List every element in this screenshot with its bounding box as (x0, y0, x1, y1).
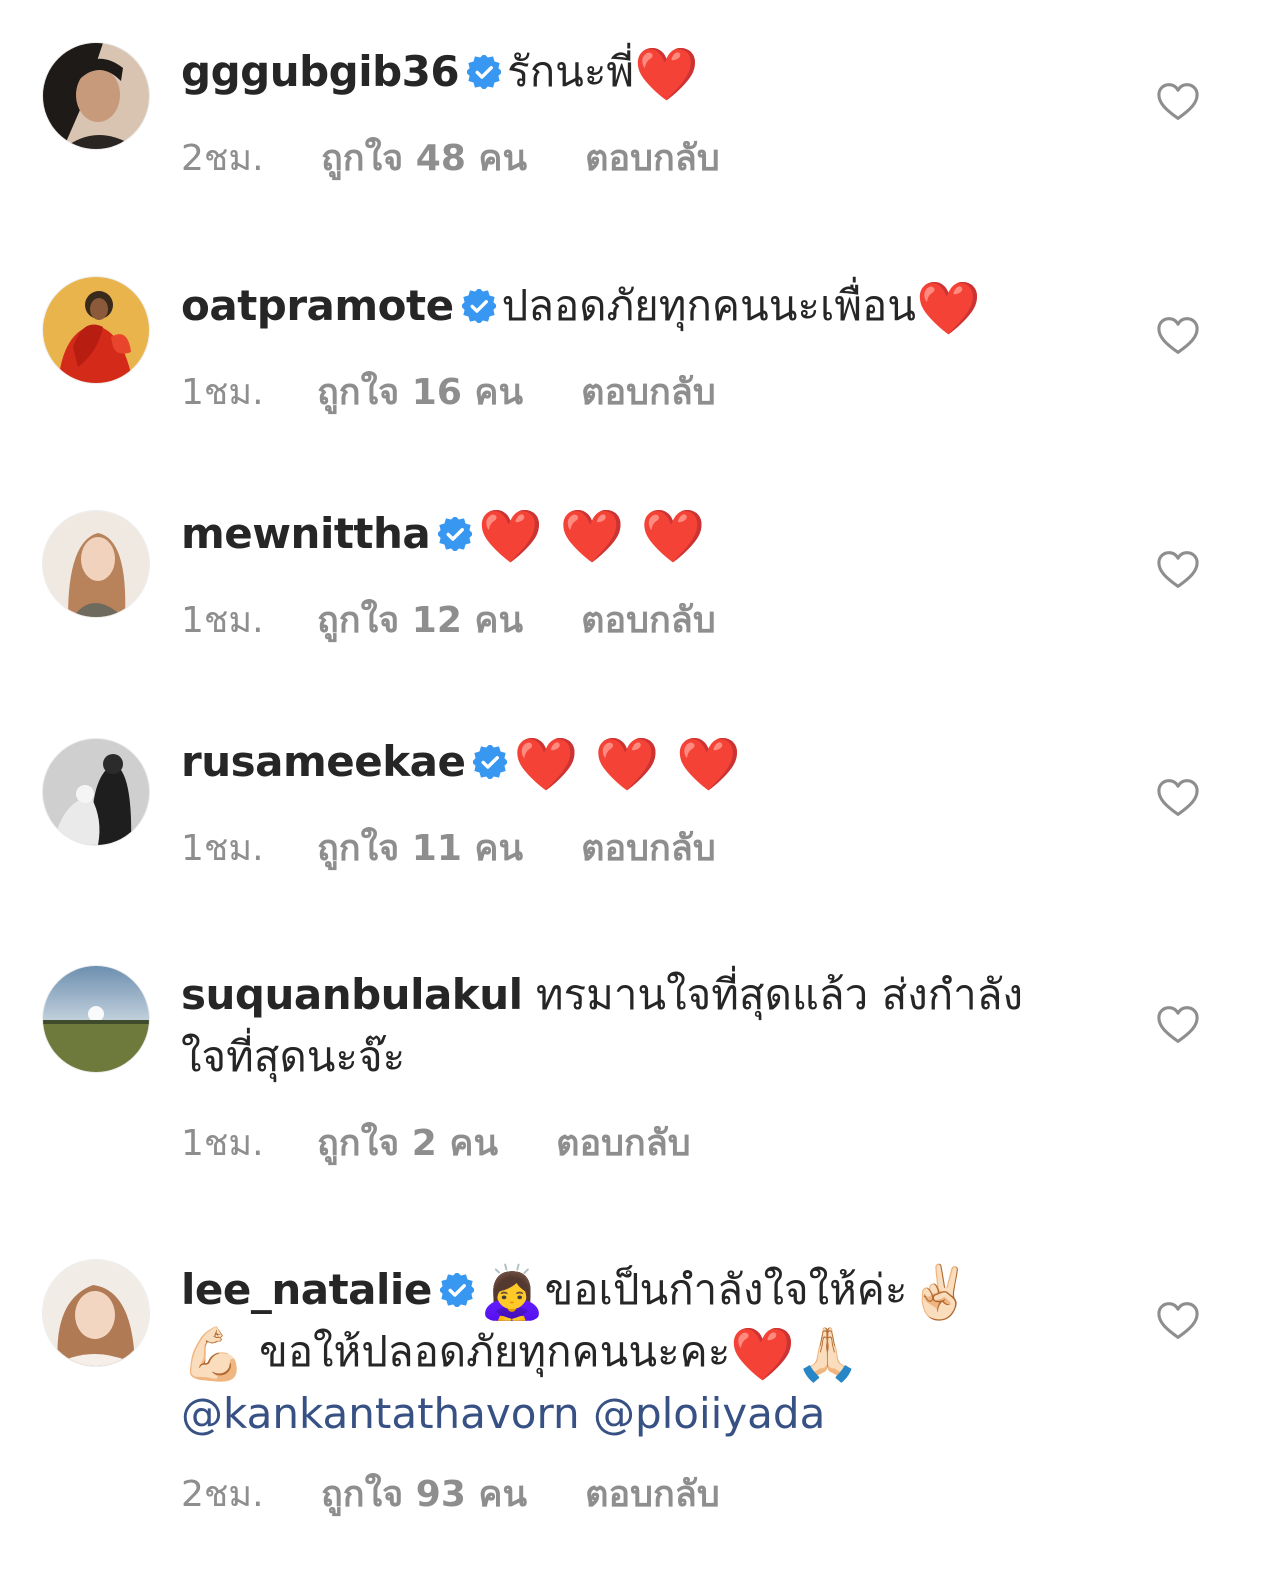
comment-meta: 1ชม. ถูกใจ 11 คน ตอบกลับ (181, 819, 716, 876)
username[interactable]: rusameekae (181, 737, 466, 786)
username[interactable]: suquanbulakul (181, 970, 523, 1019)
likes-count[interactable]: ถูกใจ 16 คน (317, 363, 523, 420)
avatar[interactable] (42, 738, 150, 846)
comment-first-line: mewnittha ❤️ ❤️ ❤️ (181, 503, 1081, 565)
likes-count[interactable]: ถูกใจ 12 คน (317, 591, 523, 648)
verified-badge-icon (462, 289, 496, 323)
timestamp: 1ชม. (181, 600, 264, 641)
verified-badge-icon (438, 517, 472, 551)
verified-badge-icon (473, 745, 507, 779)
comment-body: lee_natalie 🙇‍♀️ขอเป็นกำลังใจให้ค่ะ✌🏻 💪🏻 … (181, 1259, 1081, 1515)
comment-second-line: 💪🏻 ขอให้ปลอดภัยทุกคนนะคะ❤️🙏🏻 (181, 1321, 1081, 1383)
comment-meta: 2ชม. ถูกใจ 48 คน ตอบกลับ (181, 129, 720, 186)
likes-count[interactable]: ถูกใจ 93 คน (321, 1465, 527, 1522)
comment-meta: 1ชม. ถูกใจ 2 คน ตอบกลับ (181, 1114, 691, 1171)
comment-body: mewnittha ❤️ ❤️ ❤️ 1ชม. ถูกใจ 12 คน ตอบกลับ (181, 503, 1081, 641)
comment-body: suquanbulakul ทรมานใจที่สุดแล้ว ส่งกำลัง… (181, 964, 1081, 1164)
reply-button[interactable]: ตอบกลับ (581, 600, 716, 641)
heart-emoji: ❤️ (634, 45, 699, 105)
avatar[interactable] (42, 965, 150, 1073)
verified-badge-icon (440, 1273, 474, 1307)
verified-badge-icon (467, 55, 501, 89)
flexed-biceps-emoji: 💪🏻 (181, 1325, 246, 1385)
username[interactable]: gggubgib36 (181, 47, 460, 96)
avatar[interactable] (42, 276, 150, 384)
comment-text-continued: ขอให้ปลอดภัยทุกคนนะคะ (259, 1327, 731, 1376)
reply-button[interactable]: ตอบกลับ (581, 828, 716, 869)
comment-body: gggubgib36 รักนะพี่❤️ 2ชม. ถูกใจ 48 คน ตอบก… (181, 41, 1081, 179)
comment-first-line: suquanbulakul ทรมานใจที่สุดแล้ว ส่งกำลัง (181, 964, 1081, 1026)
timestamp: 2ชม. (181, 1474, 264, 1515)
comment-first-line: rusameekae ❤️ ❤️ ❤️ (181, 731, 1081, 793)
victory-hand-emoji: ✌🏻 (907, 1263, 973, 1323)
reply-button[interactable]: ตอบกลับ (581, 372, 716, 413)
comment-body: rusameekae ❤️ ❤️ ❤️ 1ชม. ถูกใจ 11 คน ตอบกลั… (181, 731, 1081, 869)
comment-text-continued: ใจที่สุดนะจ๊ะ (181, 1032, 406, 1081)
comment-text: ขอเป็นกำลังใจให้ค่ะ (544, 1265, 908, 1314)
like-heart-icon[interactable] (1156, 316, 1200, 356)
comment-mentions-line: @kankantathavorn @ploiiyada (181, 1383, 1081, 1445)
comment-second-line: ใจที่สุดนะจ๊ะ (181, 1026, 1081, 1088)
avatar[interactable] (42, 1259, 150, 1367)
username[interactable]: lee_natalie (181, 1265, 432, 1314)
timestamp: 1ชม. (181, 828, 264, 869)
mentions-link[interactable]: @kankantathavorn @ploiiyada (181, 1389, 825, 1438)
comment-meta: 1ชม. ถูกใจ 12 คน ตอบกลับ (181, 591, 716, 648)
heart-pray-emoji: ❤️🙏🏻 (730, 1325, 860, 1385)
comment-first-line: gggubgib36 รักนะพี่❤️ (181, 41, 1081, 103)
comment-meta: 2ชม. ถูกใจ 93 คน ตอบกลับ (181, 1465, 720, 1522)
like-heart-icon[interactable] (1156, 550, 1200, 590)
comment-body: oatpramote ปลอดภัยทุกคนนะเพื่อน❤️ 1ชม. ถูก… (181, 275, 1081, 413)
avatar[interactable] (42, 510, 150, 618)
timestamp: 1ชม. (181, 1123, 264, 1164)
comment-meta: 1ชม. ถูกใจ 16 คน ตอบกลับ (181, 363, 716, 420)
comment-text: ปลอดภัยทุกคนนะเพื่อน (501, 281, 916, 330)
timestamp: 2ชม. (181, 138, 264, 179)
comment-text: ทรมานใจที่สุดแล้ว ส่งกำลัง (535, 970, 1023, 1019)
reply-button[interactable]: ตอบกลับ (585, 138, 720, 179)
heart-emoji: ❤️ ❤️ ❤️ (478, 507, 706, 567)
like-heart-icon[interactable] (1156, 1301, 1200, 1341)
comment-text: รักนะพี่ (507, 47, 635, 96)
comment-first-line: lee_natalie 🙇‍♀️ขอเป็นกำลังใจให้ค่ะ✌🏻 (181, 1259, 1081, 1321)
avatar[interactable] (42, 42, 150, 150)
heart-emoji: ❤️ (915, 279, 981, 339)
bowing-woman-emoji: 🙇‍♀️ (479, 1263, 545, 1323)
likes-count[interactable]: ถูกใจ 11 คน (317, 819, 523, 876)
comment-first-line: oatpramote ปลอดภัยทุกคนนะเพื่อน❤️ (181, 275, 1081, 337)
timestamp: 1ชม. (181, 372, 264, 413)
username[interactable]: mewnittha (181, 509, 431, 558)
like-heart-icon[interactable] (1156, 82, 1200, 122)
username[interactable]: oatpramote (181, 281, 454, 330)
likes-count[interactable]: ถูกใจ 48 คน (321, 129, 527, 186)
like-heart-icon[interactable] (1156, 778, 1200, 818)
reply-button[interactable]: ตอบกลับ (585, 1474, 720, 1515)
likes-count[interactable]: ถูกใจ 2 คน (317, 1114, 498, 1171)
heart-emoji: ❤️ ❤️ ❤️ (513, 735, 741, 795)
like-heart-icon[interactable] (1156, 1005, 1200, 1045)
reply-button[interactable]: ตอบกลับ (556, 1123, 691, 1164)
